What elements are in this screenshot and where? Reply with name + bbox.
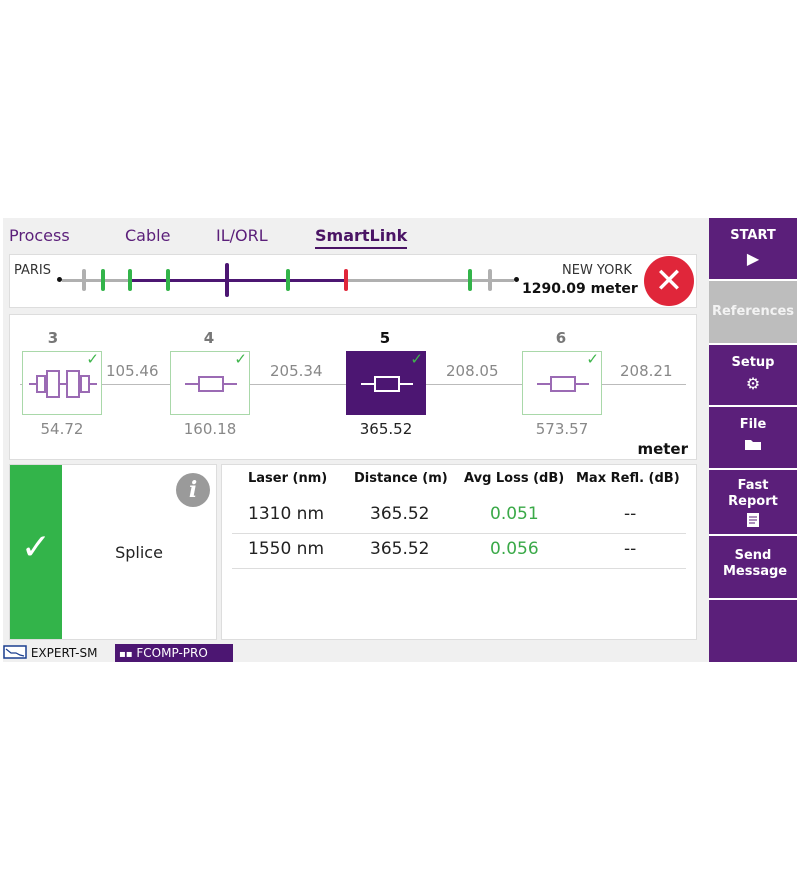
module-status: EXPERT-SM [3,644,97,662]
link-segment-tested [128,279,346,282]
event-marker-fail[interactable] [344,269,348,291]
column-header: Avg Loss (dB) [464,471,565,486]
tab-bar: Process Cable IL/ORL SmartLink [3,218,709,252]
start-site-label: PARIS [14,263,52,278]
tab-cable[interactable]: Cable [125,226,170,245]
link-segment-grey [62,279,128,282]
empty-menu-slot [709,600,797,662]
segment-length: 208.05 [444,362,501,380]
module-icon [3,645,27,659]
check-icon: ✓ [234,350,247,368]
table-cell: -- [624,504,637,524]
link-map: PARIS NEW YORK 1290.09 meter ✕ [9,254,697,308]
side-menu: START ▶ References Setup ⚙ File Fast Rep… [709,218,797,662]
check-icon: ✓ [86,350,99,368]
segment-length: 205.34 [268,362,325,380]
event-number: 3 [47,329,59,347]
table-cell: 0.056 [490,539,539,559]
status-bar: EXPERT-SM ▪▪ FCOMP-PRO [3,644,233,662]
setup-label: Setup [731,355,775,370]
event-number-selected: 5 [379,329,391,347]
play-icon: ▶ [746,249,760,268]
file-label: File [739,417,767,432]
start-button[interactable]: START ▶ [709,218,797,279]
folder-icon [709,436,797,455]
segment-length: 105.46 [104,362,161,380]
function-status: ▪▪ FCOMP-PRO [115,644,233,662]
check-icon: ✓ [410,350,423,368]
segment-length: 208.21 [618,362,675,380]
function-name: FCOMP-PRO [136,646,208,660]
fast-report-label: Fast Report [728,478,778,509]
table-row: 1310 nm 365.52 0.051 -- [232,499,686,534]
report-icon [709,512,797,531]
event-marker[interactable] [101,269,105,291]
check-icon: ✓ [20,527,52,568]
event-marker[interactable] [286,269,290,291]
event-result-panel: ✓ Splice i [9,464,217,640]
tab-process[interactable]: Process [9,226,70,245]
info-icon[interactable]: i [176,473,210,507]
file-button[interactable]: File [709,407,797,468]
event-marker[interactable] [166,269,170,291]
event-5-box-selected[interactable]: ✓ [346,350,426,415]
total-length: 1290.09 meter [522,281,638,297]
check-icon: ✓ [586,350,599,368]
event-strip: 3 ✓ 54.72 105.46 4 ✓ 160.18 205.34 5 ✓ 3… [9,314,697,460]
event-3-box[interactable]: ✓ [22,350,102,415]
folder-svg [745,440,761,450]
event-6-box[interactable]: ✓ [522,350,602,415]
distance-unit: meter [637,440,688,458]
tab-il-orl[interactable]: IL/ORL [216,226,268,245]
column-header: Distance (m) [354,471,448,486]
table-cell: -- [624,539,637,559]
table-cell: 0.051 [490,504,539,524]
event-marker-selected[interactable] [225,263,229,297]
event-marker[interactable] [488,269,492,291]
tab-smartlink[interactable]: SmartLink [315,226,408,249]
gear-icon: ⚙ [745,374,761,393]
end-point [514,277,519,282]
event-number: 4 [203,329,215,347]
references-button[interactable]: References [709,281,797,343]
event-marker[interactable] [468,269,472,291]
module-name: EXPERT-SM [30,646,98,660]
column-header: Max Refl. (dB) [576,471,680,486]
event-position: 54.72 [40,420,84,438]
event-number: 6 [555,329,567,347]
table-cell: 365.52 [370,539,430,559]
fast-report-button[interactable]: Fast Report [709,470,797,534]
fail-status-icon: ✕ [644,256,694,306]
report-svg [747,513,759,527]
event-position: 160.18 [183,420,237,438]
results-table: Laser (nm) Distance (m) Avg Loss (dB) Ma… [221,464,697,640]
start-label: START [730,228,776,243]
end-site-label: NEW YORK [562,263,632,278]
table-row: 1550 nm 365.52 0.056 -- [232,534,686,569]
table-cell: 365.52 [370,504,430,524]
fiber-comp-icon: ▪▪ [119,649,133,660]
column-header: Laser (nm) [248,471,328,486]
event-marker[interactable] [128,269,132,291]
pass-indicator: ✓ [10,465,62,639]
table-cell: 1310 nm [248,504,325,524]
references-label: References [711,304,795,319]
event-marker[interactable] [82,269,86,291]
send-message-button[interactable]: Send Message [709,536,797,598]
event-type-label: Splice [115,543,163,562]
setup-button[interactable]: Setup ⚙ [709,345,797,405]
smartlink-screen: Process Cable IL/ORL SmartLink PARIS NEW… [3,218,797,662]
table-cell: 1550 nm [248,539,325,559]
event-position: 573.57 [535,420,589,438]
event-4-box[interactable]: ✓ [170,350,250,415]
event-position: 365.52 [359,420,413,438]
send-message-label: Send Message [723,548,788,579]
